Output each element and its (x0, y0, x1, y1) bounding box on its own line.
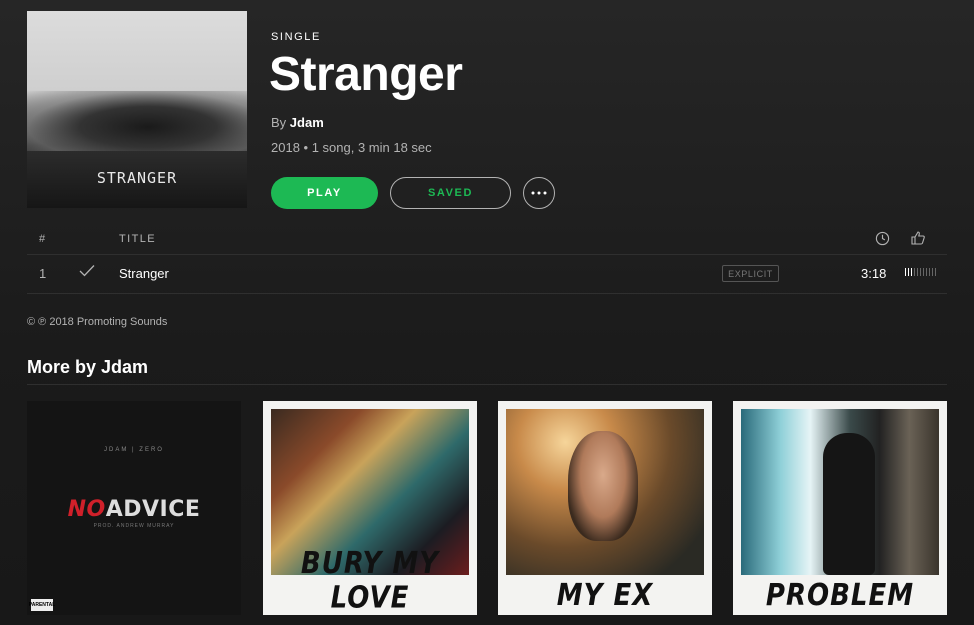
track-duration: 3:18 (861, 266, 887, 281)
album-card-no-advice[interactable]: JDAM | ZERO NOADVICE PROD. ANDREW MURRAY… (27, 401, 241, 615)
saved-button[interactable]: SAVED (390, 177, 511, 209)
popularity-bar (935, 268, 936, 276)
album-card-bury-my-love[interactable]: BURY MY LOVE (263, 401, 477, 615)
popularity-bar (923, 268, 924, 276)
popularity-meter (905, 268, 936, 276)
album-card-problem[interactable]: PROBLEM (733, 401, 947, 615)
copyright-text: © ℗ 2018 Promoting Sounds (27, 316, 168, 328)
track-row-divider (27, 293, 947, 294)
album-type-label: SINGLE (271, 31, 321, 43)
parental-advisory-badge: PARENTAL (28, 599, 56, 611)
parental-advisory-text: PARENTAL (28, 602, 56, 608)
cover-text: STRANGER (96, 169, 178, 187)
portrait-shape (568, 431, 638, 541)
popularity-bar (929, 268, 930, 276)
popularity-bar (908, 268, 909, 276)
clock-icon[interactable] (875, 231, 890, 246)
by-prefix: By (271, 115, 287, 130)
album-art-credit: JDAM | ZERO (104, 447, 164, 453)
more-dots-icon (531, 191, 547, 195)
track-title[interactable]: Stranger (119, 266, 169, 281)
column-number: # (39, 233, 47, 245)
more-options-button[interactable] (523, 177, 555, 209)
popularity-bar (905, 268, 906, 276)
thumbs-up-icon[interactable] (910, 230, 926, 246)
cover-fog (27, 91, 247, 151)
play-button[interactable]: PLAY (271, 177, 378, 209)
track-number: 1 (39, 266, 47, 281)
album-caption: MY EX (556, 578, 654, 614)
section-divider (27, 384, 947, 385)
album-art-producer: PROD. ANDREW MURRAY (93, 523, 175, 529)
artist-link[interactable]: Jdam (290, 115, 324, 130)
album-caption: PROBLEM (765, 578, 915, 614)
album-byline: By Jdam (271, 115, 324, 130)
popularity-bar (932, 268, 933, 276)
popularity-bar (911, 268, 912, 276)
album-photo (741, 409, 939, 575)
silhouette-shape (823, 433, 875, 575)
album-card-my-ex[interactable]: MY EX (498, 401, 712, 615)
album-art-title-no: NO (67, 497, 106, 522)
column-title[interactable]: TITLE (119, 233, 156, 245)
popularity-bar (926, 268, 927, 276)
album-cover[interactable]: STRANGER (27, 11, 247, 208)
popularity-bar (920, 268, 921, 276)
more-by-title[interactable]: More by Jdam (27, 357, 148, 378)
album-art-title: NOADVICE (27, 497, 241, 522)
tracklist-header-divider (27, 254, 947, 255)
album-meta: 2018 • 1 song, 3 min 18 sec (271, 140, 432, 155)
check-icon[interactable] (79, 264, 95, 278)
album-photo (506, 409, 704, 575)
album-art-title-rest: ADVICE (105, 497, 201, 522)
album-caption: BURY MY LOVE (300, 546, 440, 616)
explicit-badge: EXPLICIT (722, 265, 779, 282)
album-title: Stranger (269, 48, 463, 101)
popularity-bar (914, 268, 915, 276)
popularity-bar (917, 268, 918, 276)
